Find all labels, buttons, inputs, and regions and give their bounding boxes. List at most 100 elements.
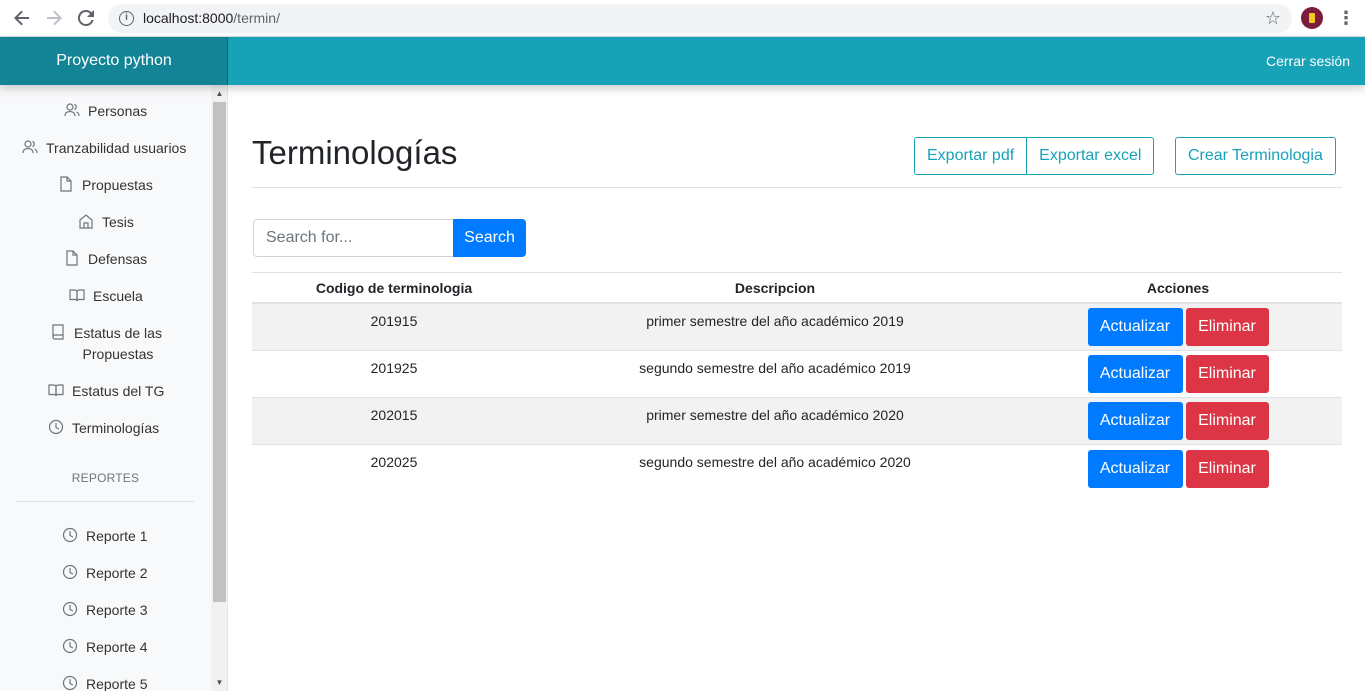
sidebar-divider (16, 501, 194, 502)
clock-icon (62, 527, 78, 543)
cell-description: primer semestre del año académico 2019 (646, 313, 904, 329)
sidebar-item-estatus-propuestas[interactable]: Estatus de las Propuestas (50, 323, 162, 365)
clock-icon (62, 638, 78, 654)
people-icon (22, 140, 38, 154)
cell-code: 202025 (370, 454, 418, 470)
export-excel-button[interactable]: Exportar excel (1026, 137, 1155, 175)
delete-button[interactable]: Eliminar (1185, 355, 1269, 393)
export-pdf-button[interactable]: Exportar pdf (914, 137, 1028, 175)
header-code: Codigo de terminologia (315, 279, 473, 296)
update-button[interactable]: Actualizar (1087, 402, 1183, 440)
sidebar-item-label: Terminologías (72, 420, 160, 436)
sidebar-item-reporte-2[interactable]: Reporte 2 (62, 563, 147, 584)
sidebar-item-label: Personas (88, 103, 148, 119)
scroll-thumb[interactable] (213, 102, 226, 602)
clock-icon (62, 675, 78, 691)
sidebar-item-label: Tesis (102, 214, 134, 230)
header-description: Descripcion (734, 279, 816, 296)
cell-description: segundo semestre del año académico 2019 (639, 360, 911, 376)
sidebar-label-line2: Propuestas (82, 346, 154, 362)
table-row: 201925 segundo semestre del año académic… (252, 351, 1342, 398)
sidebar-item-estatus-tg[interactable]: Estatus del TG (48, 381, 164, 402)
sidebar-item-tranzabilidad[interactable]: Tranzabilidad usuarios (22, 138, 186, 159)
sidebar-item-label: Reporte 1 (86, 528, 148, 544)
sidebar-item-label: Estatus del TG (72, 383, 165, 399)
clock-icon (48, 419, 64, 435)
sidebar-item-terminologias[interactable]: Terminologías (48, 418, 159, 439)
sidebar-item-propuestas[interactable]: Propuestas (58, 175, 153, 196)
cell-actions: Actualizar Eliminar (1014, 445, 1342, 492)
search-input[interactable] (253, 219, 454, 257)
sidebar-item-escuela[interactable]: Escuela (69, 286, 143, 307)
sidebar-item-reporte-5[interactable]: Reporte 5 (62, 674, 147, 691)
delete-button[interactable]: Eliminar (1185, 308, 1269, 346)
app-navbar: Proyecto python Cerrar sesión (0, 37, 1365, 85)
reports-heading: REPORTES (71, 471, 140, 485)
header-actions: Acciones (1146, 279, 1210, 296)
delete-button[interactable]: Eliminar (1185, 402, 1269, 440)
sidebar-item-tesis[interactable]: Tesis (78, 212, 134, 233)
sidebar-item-label: Defensas (88, 251, 148, 267)
title-divider (252, 187, 1342, 188)
profile-avatar-icon[interactable] (1301, 7, 1323, 29)
sidebar: Personas Tranzabilidad usuarios Propuest… (0, 85, 228, 691)
update-button[interactable]: Actualizar (1087, 308, 1183, 346)
forward-arrow-icon[interactable] (43, 7, 65, 29)
clock-icon (62, 564, 78, 580)
sidebar-item-label: Reporte 3 (86, 602, 148, 618)
browser-toolbar: i localhost:8000/termin/ ☆ ⋮ (0, 0, 1365, 37)
export-button-group: Exportar pdf Exportar excel (914, 137, 1155, 175)
search-button[interactable]: Search (453, 219, 526, 257)
sidebar-item-reporte-4[interactable]: Reporte 4 (62, 637, 147, 658)
sidebar-item-label: Reporte 5 (86, 676, 148, 691)
url-host: localhost:8000 (143, 10, 234, 26)
cell-code: 202015 (370, 407, 418, 423)
delete-button[interactable]: Eliminar (1185, 449, 1269, 488)
cell-code: 201925 (370, 360, 418, 376)
file-icon (60, 176, 72, 192)
browser-menu-icon[interactable]: ⋮ (1337, 8, 1355, 28)
home-icon (79, 214, 93, 229)
scroll-up-arrow-icon[interactable]: ▲ (211, 85, 227, 102)
update-button[interactable]: Actualizar (1087, 449, 1183, 488)
table-row: 202015 primer semestre del año académico… (252, 398, 1342, 445)
url-text: localhost:8000/termin/ (143, 10, 280, 26)
table-row: 201915 primer semestre del año académico… (252, 304, 1342, 351)
back-arrow-icon[interactable] (11, 7, 33, 29)
sidebar-label-line1: Estatus de las (74, 325, 162, 341)
sidebar-item-defensas[interactable]: Defensas (64, 249, 147, 270)
book-open-icon (48, 384, 64, 397)
terminology-table: Codigo de terminologia Descripcion Accio… (252, 272, 1342, 492)
info-icon[interactable]: i (119, 11, 134, 26)
table-row: 202025 segundo semestre del año académic… (252, 445, 1342, 492)
sidebar-item-label: Escuela (93, 288, 143, 304)
update-button[interactable]: Actualizar (1087, 355, 1183, 393)
people-icon (64, 103, 80, 117)
sidebar-item-reporte-1[interactable]: Reporte 1 (62, 526, 147, 547)
url-path: /termin/ (233, 10, 280, 26)
cell-description: segundo semestre del año académico 2020 (639, 454, 911, 470)
sidebar-item-label: Propuestas (82, 177, 153, 193)
table-header: Codigo de terminologia Descripcion Accio… (252, 273, 1342, 304)
page-title: Terminologías (252, 134, 458, 171)
sidebar-item-label: Tranzabilidad usuarios (46, 140, 187, 156)
sidebar-scrollbar[interactable]: ▲ ▼ (211, 85, 227, 691)
bookmark-star-icon[interactable]: ☆ (1265, 8, 1281, 29)
sidebar-item-personas[interactable]: Personas (64, 101, 147, 122)
file-icon (66, 250, 78, 266)
scroll-down-arrow-icon[interactable]: ▼ (211, 674, 227, 691)
address-bar[interactable]: i localhost:8000/termin/ ☆ (108, 4, 1292, 33)
clock-icon (62, 601, 78, 617)
cell-description: primer semestre del año académico 2020 (646, 407, 904, 423)
brand-link[interactable]: Proyecto python (0, 37, 228, 85)
sidebar-item-label: Estatus de las Propuestas (74, 323, 162, 365)
cell-actions: Actualizar Eliminar (1014, 351, 1342, 397)
sidebar-item-reporte-3[interactable]: Reporte 3 (62, 600, 147, 621)
create-terminology-button[interactable]: Crear Terminologia (1175, 137, 1336, 175)
book-icon (52, 324, 64, 340)
reload-icon[interactable] (75, 7, 97, 29)
cell-code: 201915 (370, 313, 418, 329)
sidebar-item-label: Reporte 4 (86, 639, 148, 655)
sidebar-item-label: Reporte 2 (86, 565, 148, 581)
signout-link[interactable]: Cerrar sesión (1266, 53, 1350, 69)
